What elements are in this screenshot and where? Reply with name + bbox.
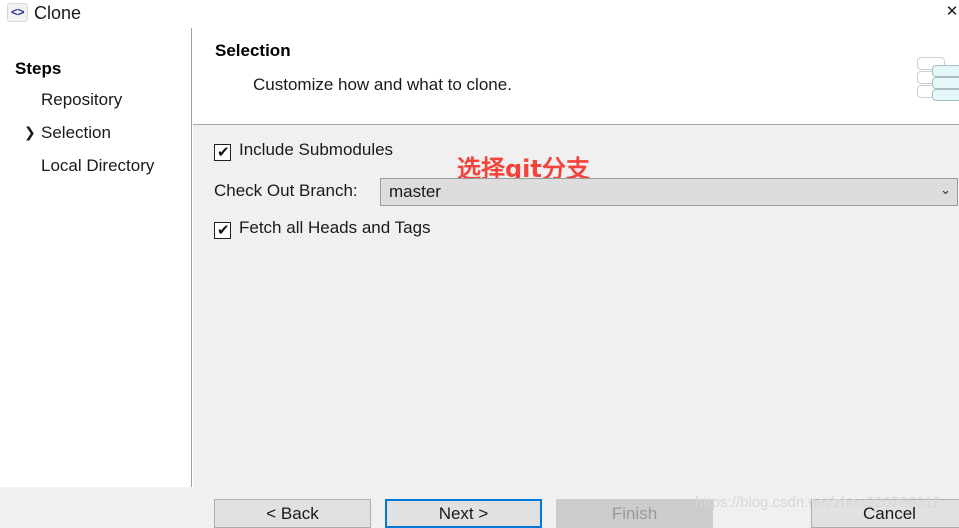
checkout-branch-value: master [389, 182, 441, 201]
sidebar-item-label: Selection [41, 123, 111, 142]
code-brackets-icon: <> [7, 3, 28, 22]
sidebar-item-label: Repository [41, 90, 123, 109]
chevron-down-icon: ⌄ [940, 183, 951, 198]
close-icon[interactable]: ✕ [937, 0, 959, 24]
sidebar-item-label: Local Directory [41, 156, 155, 175]
step-chevron-icon: ❯ [24, 124, 36, 140]
watermark-text: https://blog.csdn.net/zhou920786312 [695, 494, 942, 511]
window-title: Clone [34, 3, 82, 23]
checkmark-icon: ✔ [217, 143, 230, 161]
page-header: Selection Customize how and what to clon… [193, 28, 959, 125]
main-content: ✔ Include Submodules 选择git分支 Check Out B… [193, 125, 959, 487]
clone-dialog: <> Clone ✕ Steps Repository ❯ Selection … [0, 0, 959, 528]
next-button[interactable]: Next > [385, 499, 542, 528]
include-submodules-label: Include Submodules [239, 140, 394, 159]
sidebar-item-local-directory[interactable]: Local Directory [24, 156, 184, 181]
sidebar-item-selection[interactable]: ❯ Selection [24, 123, 184, 148]
checkout-branch-label: Check Out Branch: [214, 181, 358, 200]
checkout-branch-dropdown[interactable]: master ⌄ [380, 178, 958, 206]
page-subtitle: Customize how and what to clone. [253, 75, 512, 94]
fetch-all-heads-tags-checkbox[interactable]: ✔ [214, 221, 231, 239]
fetch-all-heads-tags-label: Fetch all Heads and Tags [239, 218, 431, 237]
title-bar: <> Clone ✕ [0, 0, 959, 28]
checkmark-icon: ✔ [217, 221, 230, 239]
steps-panel: Steps Repository ❯ Selection Local Direc… [0, 28, 192, 487]
sidebar-item-repository[interactable]: Repository [24, 90, 184, 115]
git-branch-tree-icon [911, 55, 959, 101]
back-button[interactable]: < Back [214, 499, 371, 528]
steps-heading: Steps [15, 59, 62, 78]
page-title: Selection [215, 41, 291, 60]
include-submodules-checkbox[interactable]: ✔ [214, 143, 231, 161]
finish-button: Finish [556, 499, 713, 528]
